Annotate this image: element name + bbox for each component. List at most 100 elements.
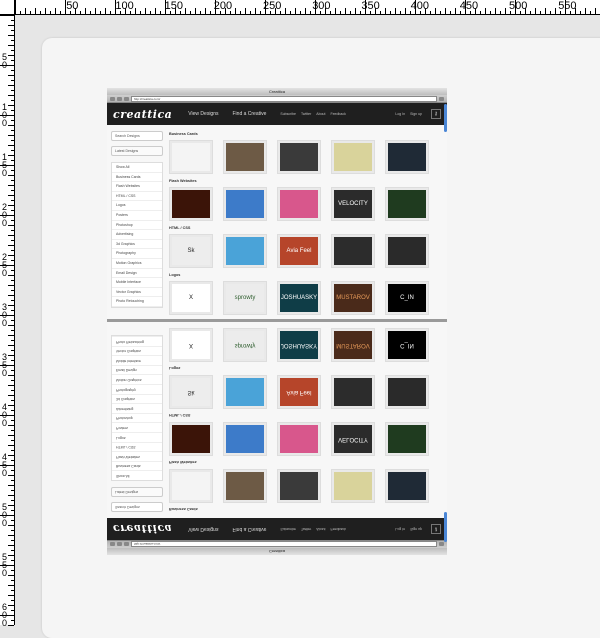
design-thumbnail[interactable] — [385, 187, 429, 221]
category-item[interactable]: Photoshop — [112, 412, 162, 423]
category-item[interactable]: Photo Retouching — [112, 336, 162, 346]
design-thumbnail[interactable]: MUSTAROV — [331, 281, 375, 315]
category-item[interactable]: Email Design — [112, 364, 162, 375]
design-thumbnail[interactable] — [223, 234, 267, 268]
design-thumbnail[interactable] — [385, 469, 429, 503]
category-item[interactable]: HTML / CSS — [112, 441, 162, 452]
design-thumbnail[interactable]: Sk — [169, 234, 213, 268]
design-thumbnail[interactable] — [385, 422, 429, 456]
scrollbar-thumb-bottom[interactable] — [444, 512, 447, 542]
category-item[interactable]: Posters — [112, 422, 162, 433]
design-thumbnail[interactable] — [277, 422, 321, 456]
forward-button[interactable] — [117, 542, 122, 547]
design-thumbnail[interactable] — [223, 140, 267, 174]
section-title[interactable]: HTML / CSS — [169, 412, 443, 417]
category-item[interactable]: Logos — [112, 432, 162, 442]
design-thumbnail[interactable] — [169, 140, 213, 174]
section-title[interactable]: Business Cards — [169, 132, 443, 137]
nav-twitter[interactable]: Twitter — [301, 527, 311, 531]
design-thumbnail[interactable] — [223, 187, 267, 221]
category-item[interactable]: 3d Graphics — [112, 240, 162, 250]
design-thumbnail[interactable]: Avia Feel — [277, 234, 321, 268]
back-button[interactable] — [110, 542, 115, 547]
design-thumbnail[interactable] — [385, 140, 429, 174]
key-icon[interactable]: ⚷ — [431, 109, 441, 119]
design-thumbnail[interactable] — [385, 375, 429, 409]
category-item[interactable]: 3d Graphics — [112, 393, 162, 404]
section-title[interactable]: HTML / CSS — [169, 226, 443, 231]
category-item[interactable]: Motion Graphics — [112, 374, 162, 385]
category-item[interactable]: Email Design — [112, 269, 162, 279]
category-item[interactable]: Advertising — [112, 403, 162, 413]
nav-feedback[interactable]: Feedback — [330, 112, 345, 116]
signup-link[interactable]: Sign up — [410, 527, 422, 531]
design-thumbnail[interactable] — [385, 234, 429, 268]
design-thumbnail[interactable] — [223, 469, 267, 503]
category-item[interactable]: Flash Websites — [112, 451, 162, 461]
category-item[interactable]: Show All — [112, 163, 162, 173]
reload-button[interactable] — [124, 542, 129, 547]
nav-feedback[interactable]: Feedback — [330, 527, 345, 531]
category-item[interactable]: Posters — [112, 211, 162, 221]
url-bar[interactable]: http://creattica.com/ — [131, 95, 437, 102]
design-thumbnail[interactable] — [223, 375, 267, 409]
search-button[interactable] — [439, 542, 444, 547]
design-thumbnail[interactable]: MUSTAROV — [331, 328, 375, 362]
nav-twitter[interactable]: Twitter — [301, 112, 311, 116]
category-item[interactable]: Vector Graphics — [112, 345, 162, 356]
url-bar[interactable]: http://creattica.com/ — [131, 541, 437, 548]
category-item[interactable]: HTML / CSS — [112, 192, 162, 202]
section-title[interactable]: Logos — [169, 365, 443, 370]
design-thumbnail[interactable]: JOSHUASKY — [277, 281, 321, 315]
section-title[interactable]: Logos — [169, 273, 443, 278]
design-thumbnail[interactable] — [169, 422, 213, 456]
category-item[interactable]: Mobile Interface — [112, 355, 162, 365]
category-item[interactable]: Photoshop — [112, 221, 162, 231]
design-thumbnail[interactable] — [277, 187, 321, 221]
section-title[interactable]: Business Cards — [169, 506, 443, 511]
design-thumbnail[interactable] — [169, 187, 213, 221]
key-icon[interactable]: ⚷ — [431, 524, 441, 534]
search-input[interactable]: Search Designs — [111, 502, 163, 512]
category-item[interactable]: Business Cards — [112, 173, 162, 183]
scrollbar-thumb-top[interactable] — [444, 104, 447, 132]
sort-select[interactable]: Latest Designs — [111, 487, 163, 497]
category-item[interactable]: Vector Graphics — [112, 288, 162, 298]
nav-about[interactable]: About — [316, 112, 325, 116]
nav-find-creative[interactable]: Find a Creative — [233, 526, 267, 532]
design-thumbnail[interactable] — [331, 234, 375, 268]
category-item[interactable]: Motion Graphics — [112, 259, 162, 269]
back-button[interactable] — [110, 96, 115, 101]
search-button[interactable] — [439, 96, 444, 101]
design-thumbnail[interactable]: Avia Feel — [277, 375, 321, 409]
design-thumbnail[interactable] — [169, 469, 213, 503]
design-thumbnail[interactable] — [223, 422, 267, 456]
design-thumbnail[interactable]: JOSHUASKY — [277, 328, 321, 362]
category-item[interactable]: Flash Websites — [112, 182, 162, 192]
site-logo[interactable]: creattica — [113, 108, 172, 121]
ruler-top[interactable]: 50100150200250300350400450500550600 — [0, 0, 600, 15]
design-thumbnail[interactable]: X — [169, 281, 213, 315]
category-item[interactable]: Photography — [112, 249, 162, 259]
design-thumbnail[interactable] — [277, 469, 321, 503]
login-link[interactable]: Log In — [395, 112, 405, 116]
category-item[interactable]: Advertising — [112, 230, 162, 240]
design-thumbnail[interactable] — [331, 140, 375, 174]
design-thumbnail[interactable] — [331, 375, 375, 409]
section-title[interactable]: Flash Websites — [169, 179, 443, 184]
category-item[interactable]: Mobile Interface — [112, 278, 162, 288]
design-thumbnail[interactable]: sprowty — [223, 281, 267, 315]
design-thumbnail[interactable] — [331, 469, 375, 503]
nav-about[interactable]: About — [316, 527, 325, 531]
ruler-left[interactable]: 50 100 150 200 250 300 350 400 450 500 550 600 — [0, 15, 15, 628]
nav-find-creative[interactable]: Find a Creative — [233, 111, 267, 117]
nav-view-designs[interactable]: View Designs — [188, 526, 218, 532]
reload-button[interactable] — [124, 96, 129, 101]
design-thumbnail[interactable]: C_IN — [385, 328, 429, 362]
category-item[interactable]: Show All — [112, 470, 162, 480]
nav-subscribe[interactable]: Subscribe — [280, 527, 296, 531]
design-thumbnail[interactable]: VELOCITY — [331, 187, 375, 221]
nav-view-designs[interactable]: View Designs — [188, 111, 218, 117]
login-link[interactable]: Log In — [395, 527, 405, 531]
section-title[interactable]: Flash Websites — [169, 459, 443, 464]
